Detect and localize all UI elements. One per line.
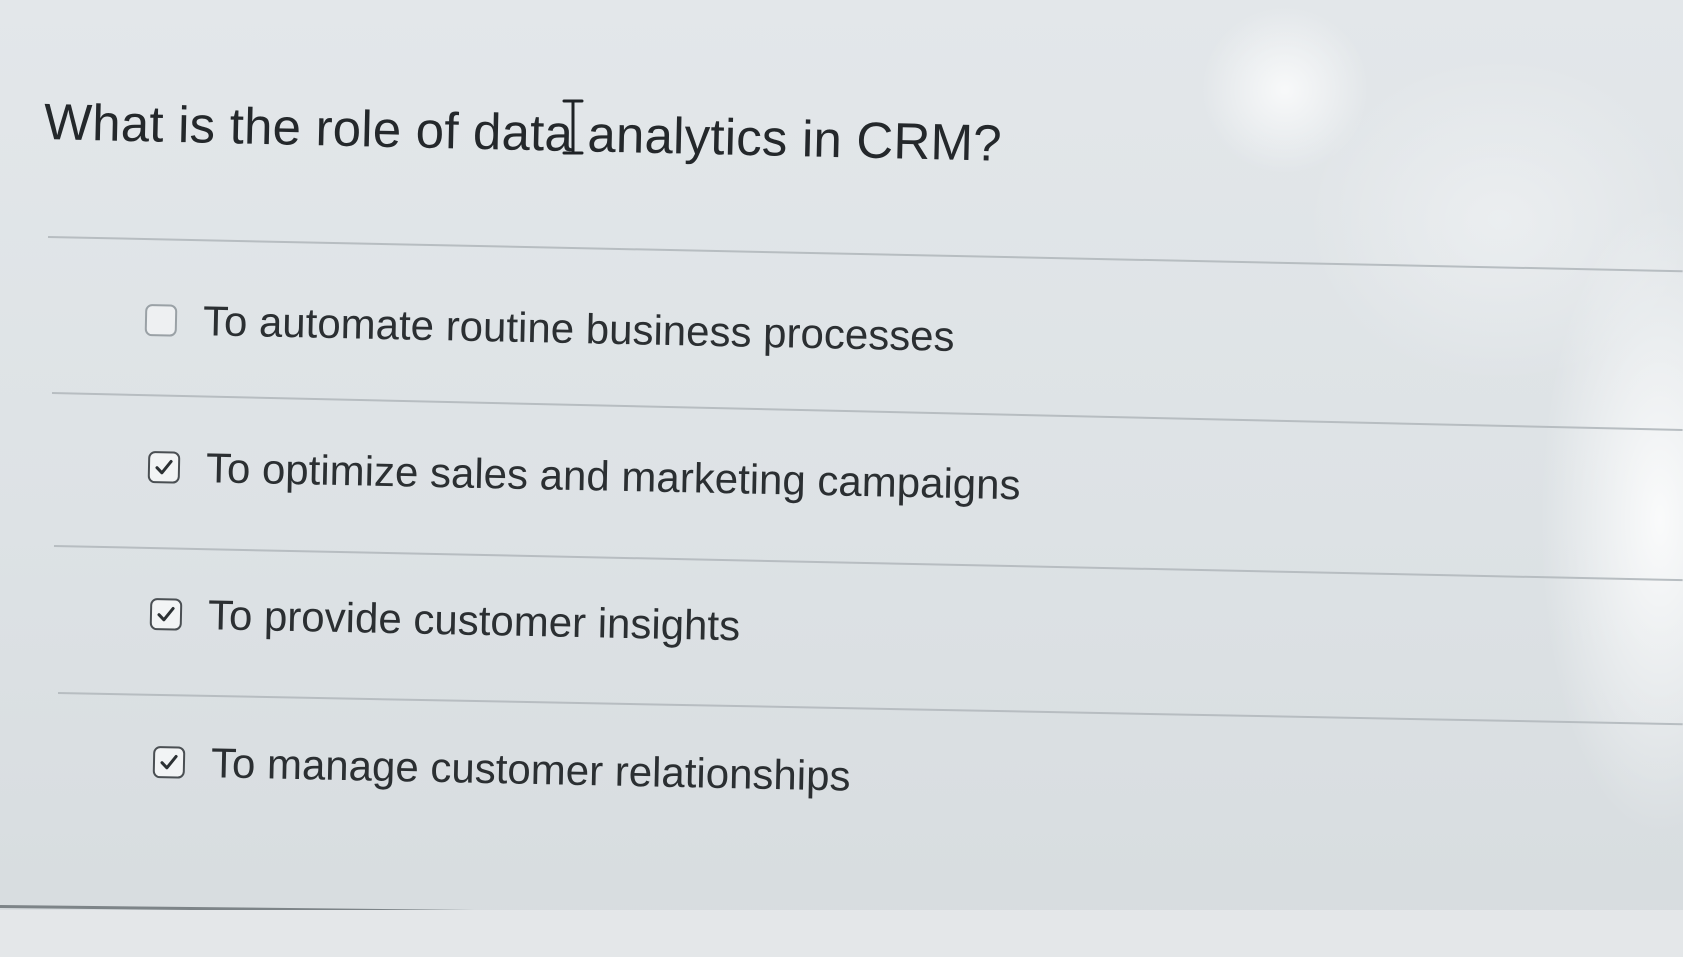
option-item[interactable]: To manage customer relationships	[152, 738, 851, 801]
option-checkbox[interactable]	[144, 304, 178, 337]
divider	[47, 236, 1683, 273]
divider	[51, 392, 1683, 432]
option-label: To provide customer insights	[207, 591, 741, 650]
checkmark-icon	[155, 459, 173, 475]
quiz-screen: What is the role of data analytics in CR…	[0, 0, 1683, 957]
option-checkbox[interactable]	[149, 598, 183, 631]
option-item[interactable]: To automate routine business processes	[144, 296, 955, 361]
checkmark-icon	[157, 606, 175, 622]
text-cursor-icon	[562, 99, 584, 155]
divider	[53, 545, 1683, 582]
option-label: To optimize sales and marketing campaign…	[205, 444, 1022, 509]
lower-page-area	[0, 910, 1683, 957]
divider	[57, 692, 1683, 726]
option-checkbox[interactable]	[152, 746, 186, 779]
option-label: To manage customer relationships	[210, 739, 852, 800]
checkmark-icon	[160, 754, 178, 770]
question-title: What is the role of data analytics in CR…	[43, 93, 1003, 172]
option-item[interactable]: To provide customer insights	[149, 590, 741, 650]
option-checkbox[interactable]	[147, 451, 181, 484]
option-label: To automate routine business processes	[202, 297, 956, 360]
option-item[interactable]: To optimize sales and marketing campaign…	[147, 443, 1021, 509]
